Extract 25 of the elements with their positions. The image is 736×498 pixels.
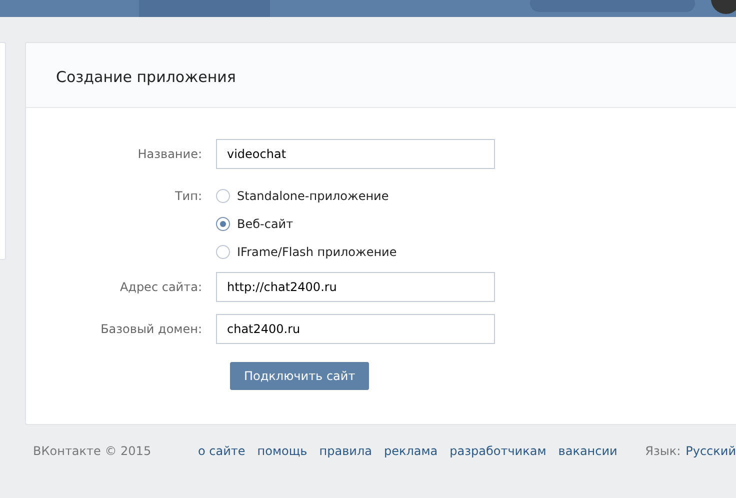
text-field[interactable]: http://chat2400.ru: [216, 272, 495, 302]
text-field[interactable]: videochat: [216, 139, 495, 169]
language-link[interactable]: Русский: [686, 442, 736, 460]
field-label: Название:: [136, 146, 203, 163]
language-label: Язык:: [645, 443, 681, 460]
field-label: Тип:: [174, 188, 203, 205]
footer-link[interactable]: реклама: [384, 442, 438, 460]
radio-button[interactable]: [216, 217, 230, 231]
text-field[interactable]: chat2400.ru: [216, 314, 495, 344]
submit-button[interactable]: Подключить сайт: [230, 362, 370, 390]
nav-tab[interactable]: [139, 0, 270, 17]
footer-link[interactable]: вакансии: [558, 442, 618, 460]
page-title: Создание приложения: [56, 68, 236, 86]
field-label: Базовый домен:: [100, 321, 203, 338]
radio-label[interactable]: Standalone-приложение: [237, 188, 389, 204]
radio-label[interactable]: Веб-сайт: [237, 216, 294, 232]
radio-button[interactable]: [216, 189, 230, 203]
footer-link[interactable]: правила: [319, 442, 372, 460]
copyright-text: ВКонтакте © 2015: [33, 443, 152, 460]
footer-link[interactable]: разработчикам: [450, 442, 546, 460]
footer-link[interactable]: помощь: [257, 442, 308, 460]
radio-label[interactable]: IFrame/Flash приложение: [237, 244, 397, 260]
footer-link[interactable]: о сайте: [198, 442, 246, 460]
radio-button[interactable]: [216, 245, 230, 259]
field-label: Адрес сайта:: [118, 279, 203, 296]
